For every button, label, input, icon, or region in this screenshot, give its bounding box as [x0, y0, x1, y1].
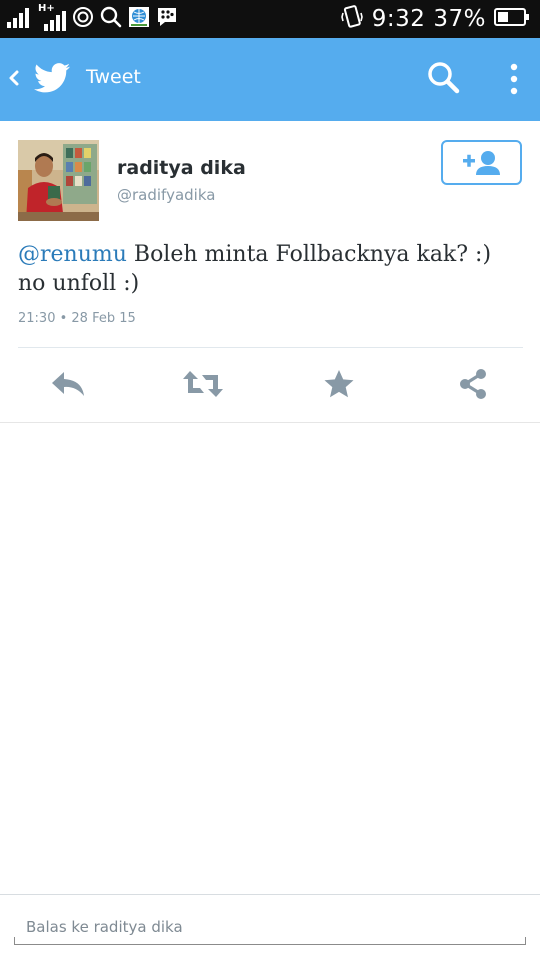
- reply-input[interactable]: [14, 909, 526, 945]
- twitter-bird-icon: [34, 62, 70, 98]
- back-button[interactable]: [0, 38, 82, 121]
- tweet-timestamp: 21:30 • 28 Feb 15: [18, 311, 136, 326]
- blackberry-messenger-icon: [156, 6, 178, 32]
- battery-percentage: 37%: [433, 6, 486, 32]
- avatar[interactable]: [18, 140, 99, 221]
- signal-icon: [6, 6, 32, 32]
- overflow-menu-button[interactable]: [500, 58, 528, 102]
- signal-hplus-icon: H+: [38, 3, 66, 32]
- battery-icon: [494, 7, 530, 31]
- tweet-text: @renumu Boleh minta Follbacknya kak? :) …: [18, 240, 523, 298]
- star-icon: [323, 369, 355, 403]
- mention-link[interactable]: @renumu: [18, 242, 127, 267]
- reply-input-edge-left: [14, 937, 15, 945]
- retweet-icon: [182, 369, 224, 403]
- reply-button[interactable]: [38, 361, 98, 411]
- circle-icon: [72, 6, 94, 32]
- status-bar-notification-icons: H+: [6, 3, 178, 32]
- vibrate-icon: [340, 5, 364, 33]
- follow-button[interactable]: [441, 140, 522, 185]
- tweet-detail: raditya dika @radifyadika @renumu Boleh …: [0, 121, 540, 423]
- app-bar: Tweet: [0, 38, 540, 121]
- favorite-button[interactable]: [309, 361, 369, 411]
- search-icon: [424, 62, 464, 102]
- globe-app-icon: [128, 6, 150, 32]
- add-user-icon: [461, 148, 503, 182]
- reply-input-edge-right: [525, 937, 526, 945]
- overflow-menu-icon: [500, 63, 528, 106]
- screen-name[interactable]: @radifyadika: [117, 186, 215, 204]
- status-bar-system-icons: 9:32 37%: [340, 4, 530, 34]
- reply-icon: [50, 370, 86, 402]
- share-icon: [457, 368, 489, 404]
- reply-composer: [0, 894, 540, 960]
- page-title: Tweet: [86, 66, 141, 88]
- search-notification-icon: [100, 6, 122, 32]
- retweet-button[interactable]: [173, 361, 233, 411]
- display-name[interactable]: raditya dika: [117, 157, 246, 179]
- divider: [18, 347, 523, 348]
- status-time: 9:32: [371, 6, 426, 32]
- back-chevron-icon: [8, 66, 20, 94]
- share-button[interactable]: [443, 361, 503, 411]
- search-button[interactable]: [424, 58, 468, 102]
- status-bar: H+ 9:32 37%: [0, 0, 540, 38]
